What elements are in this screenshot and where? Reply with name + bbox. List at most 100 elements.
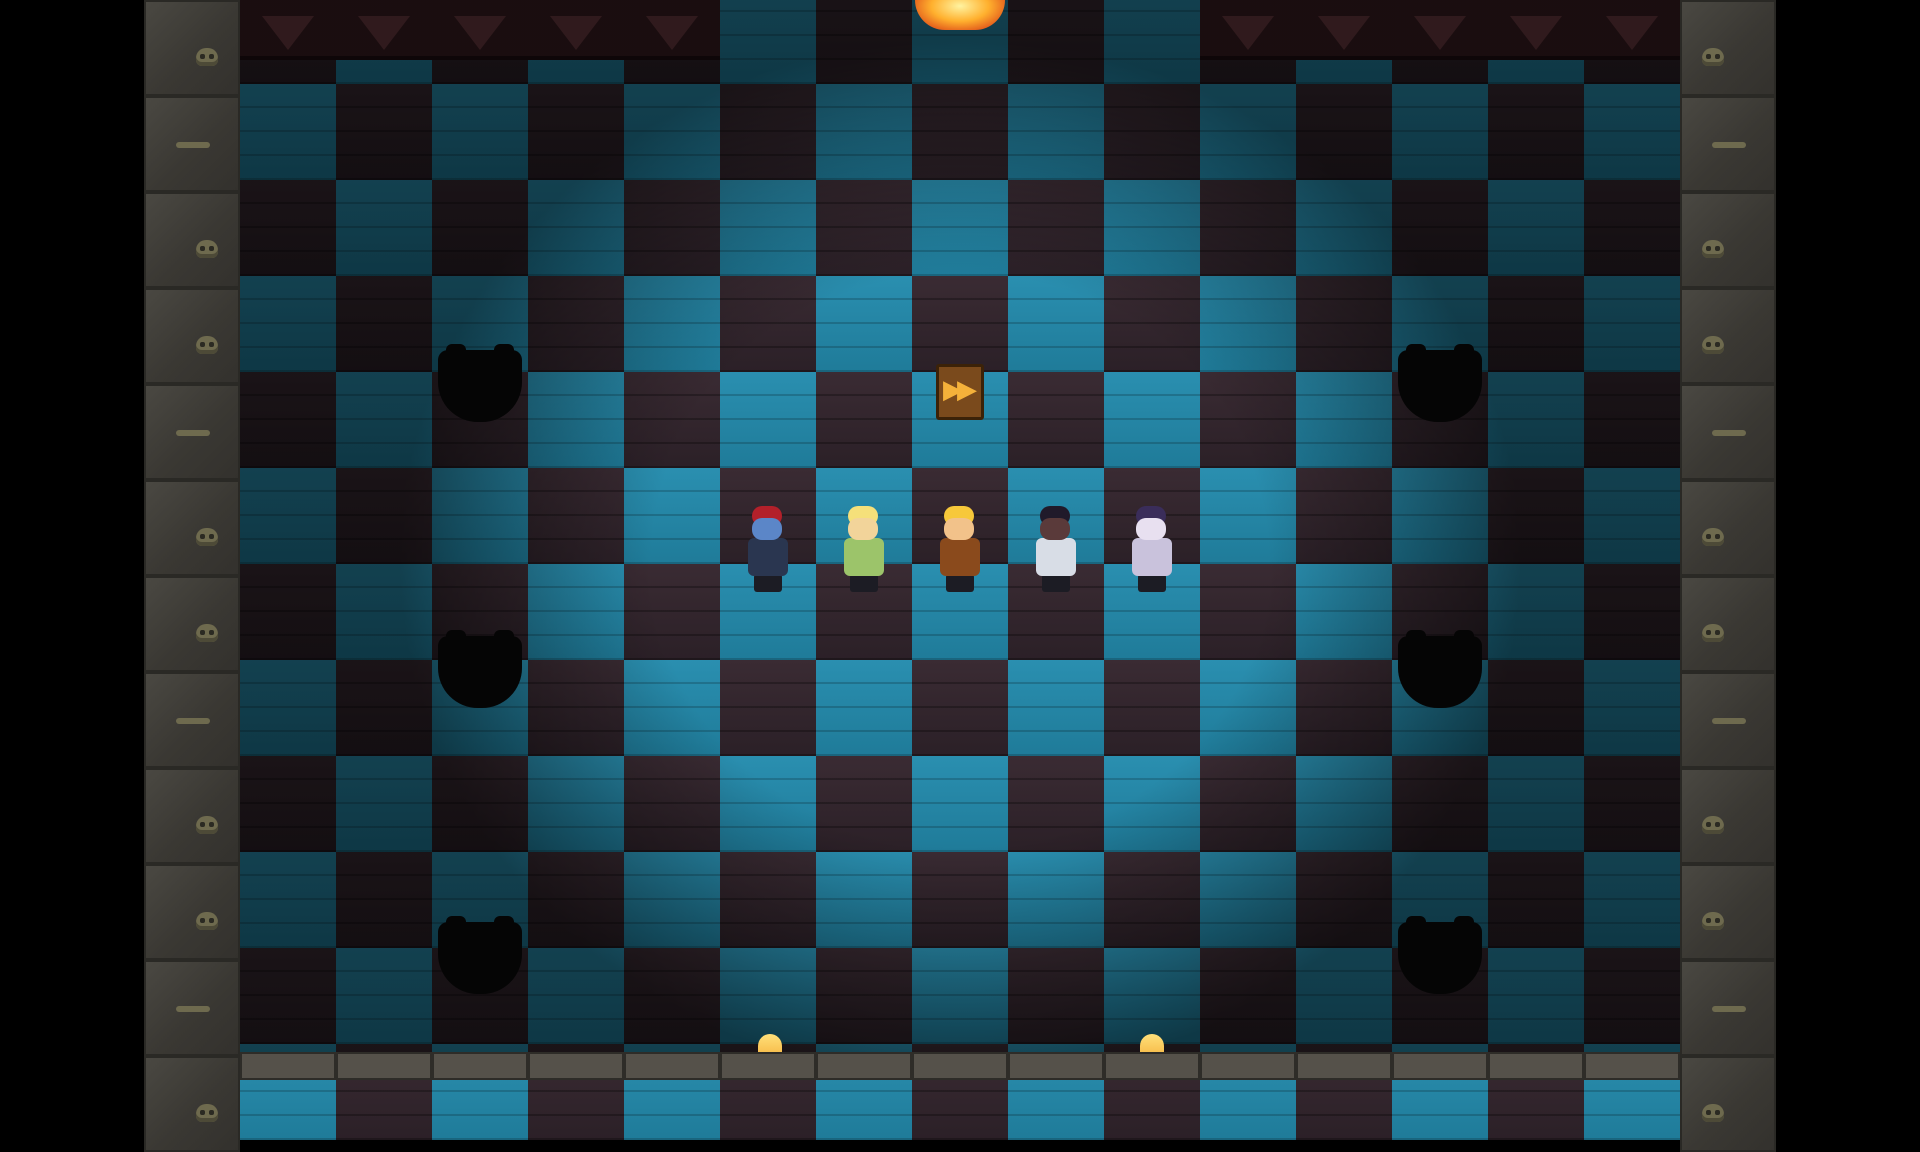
skull-icon [196, 528, 218, 546]
wall-stone [144, 0, 240, 96]
floor-tile [1200, 180, 1296, 276]
wall-stone [1680, 288, 1776, 384]
floor-tile [1296, 852, 1392, 948]
floor-tile [1104, 756, 1200, 852]
red-hair-hero[interactable] [732, 504, 804, 600]
ledge-stone [432, 1052, 528, 1080]
ledge-stone [1200, 1052, 1296, 1080]
spike-trap-icon [240, 0, 336, 60]
floor-tile [1392, 84, 1488, 180]
ledge-stone [336, 1052, 432, 1080]
floor-tile [624, 468, 720, 564]
floor-tile [1200, 468, 1296, 564]
spike-trap-icon [1488, 0, 1584, 60]
ledge-stone [1104, 1052, 1200, 1080]
floor-tile [816, 372, 912, 468]
floor-tile [1200, 276, 1296, 372]
floor-tile [1392, 468, 1488, 564]
floor-tile [1584, 180, 1680, 276]
floor-tile [912, 276, 1008, 372]
blonde-fighter-hero[interactable] [924, 504, 996, 600]
skull-icon [1702, 912, 1724, 930]
ledge-stone [720, 1052, 816, 1080]
floor-tile [912, 852, 1008, 948]
floor-tile [240, 276, 336, 372]
skull-icon [196, 816, 218, 834]
floor-tile [1392, 180, 1488, 276]
floor-tile [816, 756, 912, 852]
spike-trap-icon [1296, 0, 1392, 60]
floor-tile [240, 180, 336, 276]
floor-tile [528, 756, 624, 852]
floor-tile [1584, 948, 1680, 1044]
floor-tile [1104, 180, 1200, 276]
floor-tile [1488, 276, 1584, 372]
wall-stone [1680, 0, 1776, 96]
floor-tile [1200, 372, 1296, 468]
spike-trap-icon [1584, 0, 1680, 60]
hero-body [1132, 538, 1172, 576]
floor-tile [912, 660, 1008, 756]
hero-body [940, 538, 980, 576]
floor-tile [912, 84, 1008, 180]
floor-tile [240, 84, 336, 180]
dark-hooded-hero[interactable] [1020, 504, 1092, 600]
floor-tile [1104, 372, 1200, 468]
exit-stairs-icon[interactable]: ▶▶ [936, 364, 984, 420]
wall-stone [1680, 672, 1776, 768]
bone-icon [176, 142, 210, 148]
wall-stone [144, 864, 240, 960]
hero-body [748, 538, 788, 576]
floor-tile [1104, 852, 1200, 948]
floor-tile [1008, 852, 1104, 948]
floor-tile [432, 180, 528, 276]
purple-mage-hero[interactable] [1116, 504, 1188, 600]
floor-tile [336, 276, 432, 372]
floor-tile [816, 276, 912, 372]
hero-legs [850, 574, 878, 592]
floor-tile [1392, 756, 1488, 852]
floor-tile [528, 660, 624, 756]
floor-tile [720, 948, 816, 1044]
spike-trap-icon [1200, 0, 1296, 60]
skull-icon [1702, 816, 1724, 834]
floor-tile [1008, 660, 1104, 756]
wall-stone [1680, 96, 1776, 192]
skull-icon [196, 336, 218, 354]
floor-tile [816, 84, 912, 180]
floor-tile [336, 948, 432, 1044]
floor-tile [1488, 564, 1584, 660]
hero-legs [1138, 574, 1166, 592]
blonde-cleric-hero[interactable] [828, 504, 900, 600]
floor-tile [240, 660, 336, 756]
floor-tile [624, 756, 720, 852]
floor-tile [1008, 372, 1104, 468]
floor-tile [240, 372, 336, 468]
wall-stone [1680, 576, 1776, 672]
ledge-stone [1008, 1052, 1104, 1080]
spike-trap-icon [528, 0, 624, 60]
wall-stone [144, 288, 240, 384]
floor-tile [1104, 276, 1200, 372]
bone-icon [1712, 1006, 1746, 1012]
skull-icon [1702, 240, 1724, 258]
wall-stone [1680, 768, 1776, 864]
floor-tile [1008, 276, 1104, 372]
floor-tile [240, 948, 336, 1044]
floor-tile [1200, 852, 1296, 948]
floor-tile [528, 180, 624, 276]
floor-tile [336, 84, 432, 180]
spike-trap-icon [624, 0, 720, 60]
floor-tile [624, 372, 720, 468]
skull-icon [196, 48, 218, 66]
bone-icon [1712, 430, 1746, 436]
floor-tile [1200, 660, 1296, 756]
floor-tile [624, 180, 720, 276]
floor-tile [1296, 660, 1392, 756]
floor-tile [1296, 756, 1392, 852]
floor-tile [816, 852, 912, 948]
bone-icon [1712, 142, 1746, 148]
floor-tile [336, 180, 432, 276]
wall-stone [1680, 864, 1776, 960]
floor-tile [1584, 468, 1680, 564]
